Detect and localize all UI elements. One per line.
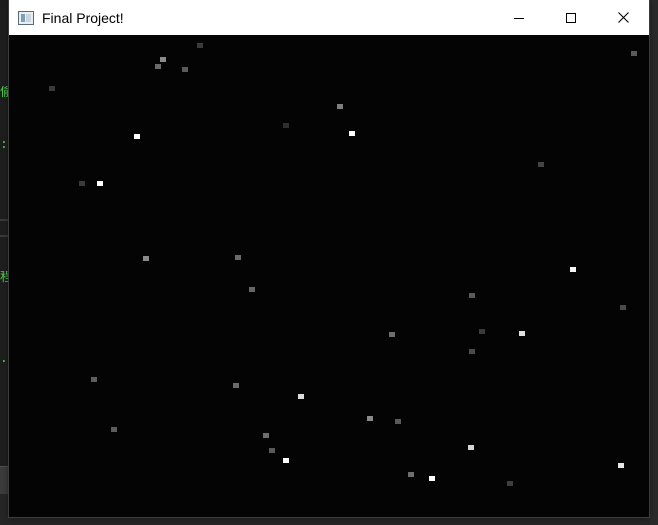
window-title: Final Project! — [42, 9, 124, 26]
star-particle — [134, 134, 140, 139]
close-icon — [617, 12, 629, 23]
background-edge — [650, 0, 658, 525]
star-particle — [298, 394, 304, 399]
star-particle — [111, 427, 117, 432]
star-particle — [97, 181, 103, 186]
star-particle — [182, 67, 188, 72]
maximize-button[interactable] — [545, 0, 597, 35]
star-particle — [408, 472, 414, 477]
star-particle — [269, 448, 275, 453]
star-particle — [631, 51, 637, 56]
close-button[interactable] — [597, 0, 649, 35]
star-particle — [507, 481, 513, 486]
star-particle — [197, 43, 203, 48]
minimize-icon — [514, 17, 524, 19]
star-particle — [469, 349, 475, 354]
star-particle — [249, 287, 255, 292]
app-window: Final Project! — [9, 0, 649, 517]
star-particle — [389, 332, 395, 337]
star-particle — [283, 123, 289, 128]
star-particle — [469, 293, 475, 298]
star-particle — [429, 476, 435, 481]
maximize-icon — [566, 12, 576, 23]
star-particle — [479, 329, 485, 334]
star-particle — [570, 267, 576, 272]
star-particle — [367, 416, 373, 421]
star-particle — [337, 104, 343, 109]
star-particle — [538, 162, 544, 167]
window-controls — [493, 0, 649, 35]
star-particle — [618, 463, 624, 468]
star-particle — [91, 377, 97, 382]
game-canvas[interactable] — [9, 35, 649, 517]
minimize-button[interactable] — [493, 0, 545, 35]
app-window-icon[interactable] — [18, 10, 34, 25]
star-particle — [620, 305, 626, 310]
star-particle — [155, 64, 161, 69]
star-particle — [263, 433, 269, 438]
star-particle — [519, 331, 525, 336]
star-particle — [395, 419, 401, 424]
star-particle — [468, 445, 474, 450]
star-particle — [143, 256, 149, 261]
star-particle — [79, 181, 85, 186]
star-particle — [49, 86, 55, 91]
star-particle — [160, 57, 166, 62]
star-particle — [235, 255, 241, 260]
star-particle — [233, 383, 239, 388]
title-bar[interactable]: Final Project! — [9, 0, 649, 35]
star-particle — [349, 131, 355, 136]
star-particle — [283, 458, 289, 463]
